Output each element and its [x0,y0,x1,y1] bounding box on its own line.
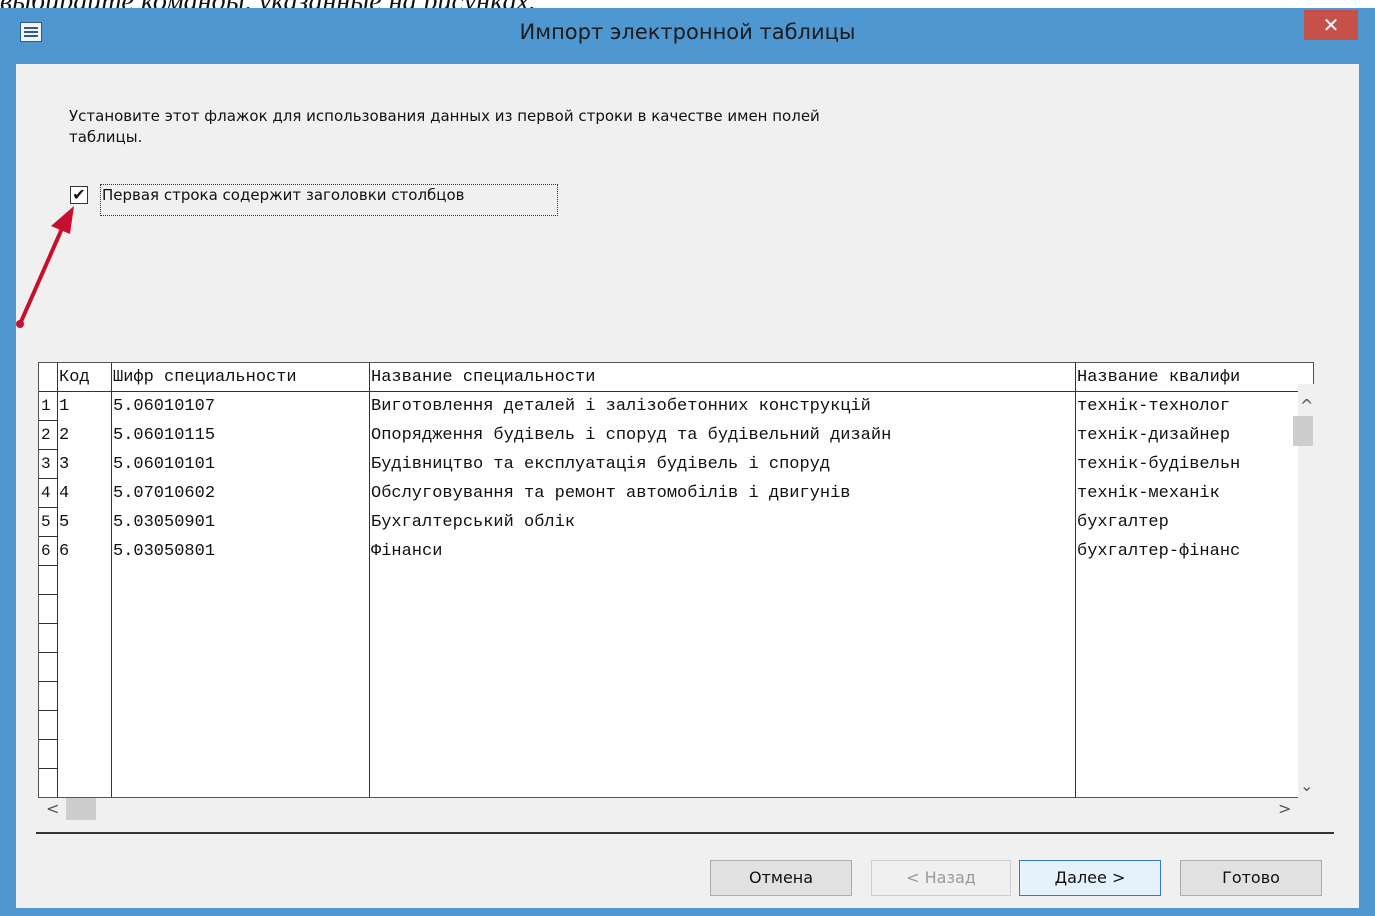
cancel-button[interactable]: Отмена [710,860,852,896]
table-cell: 5.07010602 [113,484,216,503]
row-selector-cell[interactable] [39,566,57,595]
row-selector-cell[interactable] [39,595,57,624]
scroll-right-icon[interactable]: > [1278,799,1291,818]
table-cell: 4 [59,484,70,503]
row-selector-cell[interactable] [39,740,57,769]
table-cell: Опорядження будівель і споруд та будівел… [371,426,892,445]
row-selector-cell[interactable]: 1 [39,392,57,421]
first-row-headers-label[interactable]: Первая строка содержит заголовки столбцо… [100,184,558,216]
back-button[interactable]: < Назад [871,860,1011,896]
row-selector-cell[interactable]: 5 [39,508,57,537]
dialog-title: Импорт электронной таблицы [519,20,856,44]
table-cell: 3 [59,455,70,474]
table-cell: 5.03050801 [113,542,216,561]
row-selector-cell[interactable]: 4 [39,479,57,508]
table-cell: технік-будівельн [1077,455,1241,474]
table-cell: Фінанси [371,542,443,561]
table-cell: 2 [59,426,70,445]
table-cell: Будівництво та експлуатація будівель і с… [371,455,831,474]
table-cell: 5 [59,513,70,532]
scroll-down-icon[interactable]: ⌄ [1300,776,1313,795]
table-cell: 5.06010101 [113,455,216,474]
column-header[interactable]: Название специальности [370,363,1075,392]
table-cell: Обслуговування та ремонт автомобілів і д… [371,484,851,503]
row-selector-column: 123456 [39,363,58,797]
column-header[interactable]: Название квалифи [1076,363,1299,392]
table-cell: бухгалтер-фінанс [1077,542,1241,561]
data-preview-grid[interactable]: 123456 Код 1 2 3 4 5 6 Шифр специальности 5.060… [38,362,1314,798]
row-selector-cell[interactable] [39,682,57,711]
table-cell: Виготовлення деталей і залізобетонних ко… [371,397,871,416]
finish-button[interactable]: Готово [1180,860,1322,896]
scroll-up-icon[interactable]: ^ [1300,396,1313,415]
dialog-body: Установите этот флажок для использования… [16,64,1359,908]
table-cell: 6 [59,542,70,561]
close-button[interactable]: ✕ [1304,10,1358,40]
row-selector-cell[interactable]: 6 [39,537,57,566]
vertical-scroll-thumb[interactable] [1293,416,1313,446]
column-nazvanie-kval: Название квалифи технік-технолог технік-ди… [1076,363,1299,797]
vertical-scrollbar[interactable] [1298,384,1320,798]
column-nazvanie-spec: Название специальности Виготовлення детал… [370,363,1076,797]
row-selector-header [39,363,57,392]
column-kod: Код 1 2 3 4 5 6 [58,363,112,797]
table-cell: 5.06010115 [113,426,216,445]
row-selector-cell[interactable]: 3 [39,450,57,479]
annotation-arrow [16,206,74,328]
horizontal-scrollbar[interactable] [38,798,1314,822]
column-header[interactable]: Шифр специальности [112,363,369,392]
next-button[interactable]: Далее > [1019,860,1161,896]
table-cell: Бухгалтерський облік [371,513,576,532]
row-selector-cell[interactable] [39,653,57,682]
table-cell: бухгалтер [1077,513,1169,532]
column-shifr: Шифр специальности 5.06010107 5.06010115 5.… [112,363,370,797]
table-cell: 1 [59,397,70,416]
row-selector-cell[interactable] [39,711,57,740]
row-selector-cell[interactable]: 2 [39,421,57,450]
column-header[interactable]: Код [58,363,111,392]
separator-line [36,832,1334,834]
row-selector-cell[interactable] [39,624,57,653]
table-cell: 5.03050901 [113,513,216,532]
title-bar: Импорт электронной таблицы ✕ [0,8,1375,64]
table-cell: технік-дизайнер [1077,426,1231,445]
table-cell: 5.06010107 [113,397,216,416]
table-cell: технік-механік [1077,484,1220,503]
horizontal-scroll-thumb[interactable] [66,798,96,820]
scroll-left-icon[interactable]: < [46,799,59,818]
import-dialog: Импорт электронной таблицы ✕ Установите … [0,8,1375,916]
instruction-text: Установите этот флажок для использования… [69,107,820,146]
table-cell: технік-технолог [1077,397,1231,416]
